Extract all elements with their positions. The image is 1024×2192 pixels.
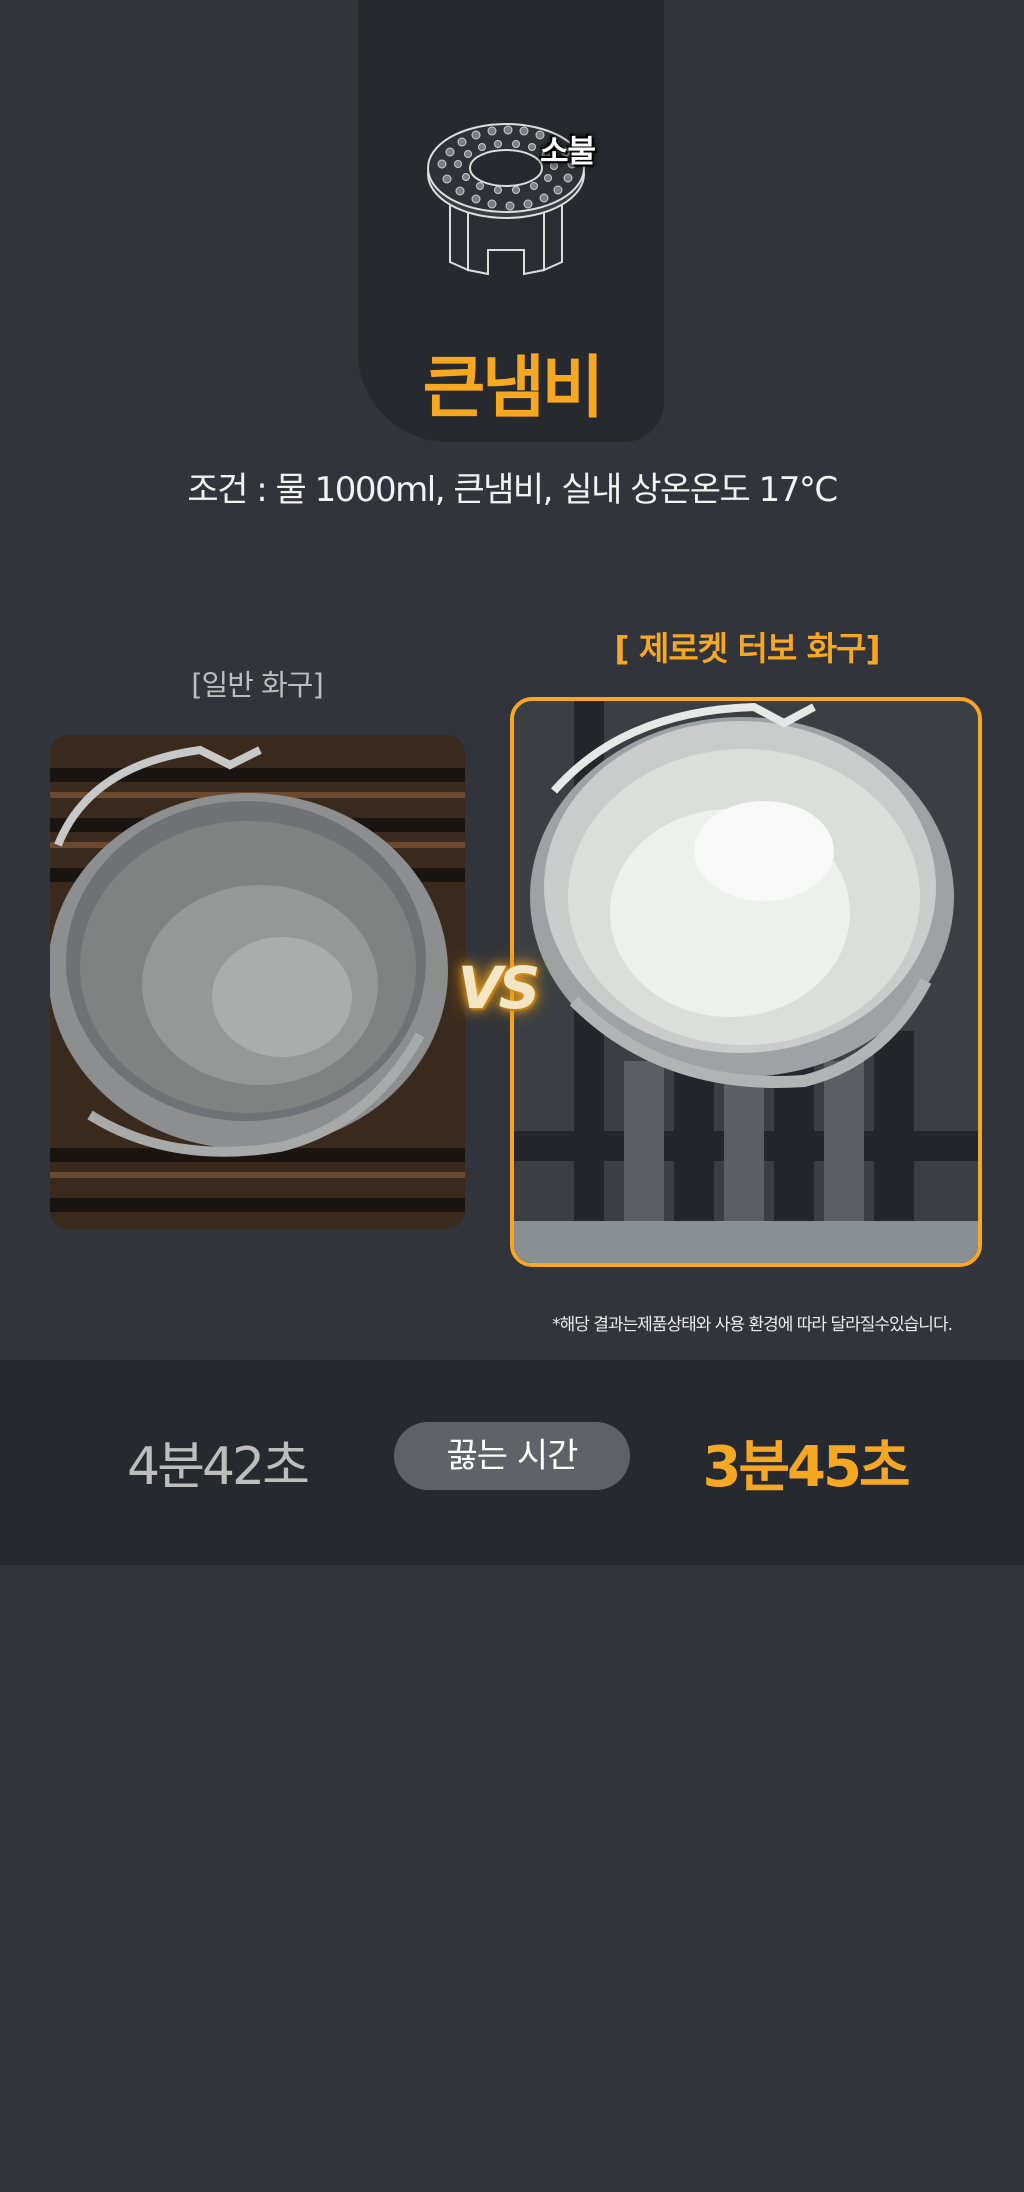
test-condition: 조건 : 물 1000ml, 큰냄비, 실내 상온온도 17°C <box>187 470 838 510</box>
burner-label: 소불 <box>540 134 596 170</box>
product-boil-time: 3분45초 <box>702 1435 911 1500</box>
normal-burner-label: [일반 화구] <box>191 668 324 702</box>
vs-badge: VS <box>457 954 541 1022</box>
page-title: 큰냄비 <box>422 349 605 428</box>
boil-time-label: 끓는 시간 <box>394 1422 630 1490</box>
normal-boil-time: 4분42초 <box>127 1437 310 1497</box>
product-burner-label: [ 제로켓 터보 화구] <box>614 629 880 668</box>
disclaimer-note: *해당 결과는제품상태와 사용 환경에 따라 달라질수있습니다. <box>552 1315 953 1335</box>
product-burner-photo <box>510 697 982 1267</box>
normal-burner-photo <box>50 735 465 1229</box>
